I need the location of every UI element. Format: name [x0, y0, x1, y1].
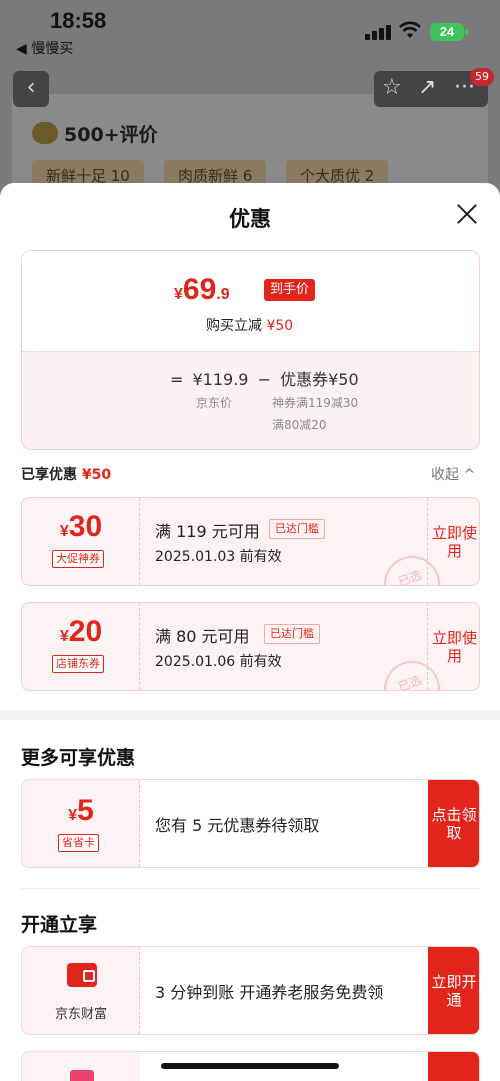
- claim-button[interactable]: 点击领取: [428, 780, 479, 867]
- use-now-button[interactable]: 立即使用: [427, 603, 479, 690]
- coupon-expiry: 2025.01.06 前有效: [155, 654, 282, 670]
- brand-label: 京东财富: [54, 1007, 107, 1022]
- message-badge: 59: [470, 68, 494, 86]
- card-icon: [70, 1070, 94, 1081]
- price-summary: ¥69.9 到手价 购买立减 ¥50 = ¥119.9 − 优惠券¥50 京东价…: [21, 250, 480, 450]
- sheet-title: 优惠: [229, 207, 271, 231]
- smiley-icon: [32, 122, 58, 144]
- section-divider: [0, 710, 500, 720]
- use-now-button[interactable]: 立即使用: [427, 498, 479, 585]
- coupon-condition: 满 119 元可用: [155, 522, 260, 541]
- offer-type-tag: 省省卡: [58, 834, 99, 852]
- battery-icon: 24: [430, 23, 468, 41]
- partial-action-button[interactable]: [428, 1052, 479, 1081]
- coupon-detail: 满80减20: [272, 418, 327, 432]
- wallet-icon: [67, 963, 97, 987]
- coupon-type-tag: 大促神券: [52, 550, 104, 568]
- offer-message: 3 分钟到账 开通养老服务免费领: [155, 983, 384, 1002]
- offer-message: 您有 5 元优惠券待领取: [155, 816, 320, 835]
- review-card: 500+评价 新鲜十足 10 肉质新鲜 6 个大质优 2: [12, 94, 488, 194]
- back-icon[interactable]: ‹: [13, 71, 49, 107]
- coupon-expiry: 2025.01.03 前有效: [155, 549, 282, 565]
- star-icon[interactable]: ☆: [382, 75, 402, 100]
- status-time: 18:58: [50, 8, 107, 33]
- final-price: ¥69.9: [174, 273, 230, 306]
- discount-sheet: 优惠 ¥69.9 到手价 购买立减 ¥50 = ¥119.9 − 优惠券¥50 …: [0, 183, 500, 1081]
- threshold-reached-badge: 已达门槛: [269, 519, 325, 539]
- collapse-button[interactable]: 收起 ^: [431, 464, 475, 484]
- open-now-button[interactable]: 立即开通: [428, 947, 479, 1034]
- status-bar: 18:58 ◀ 慢慢买 24: [0, 0, 500, 62]
- close-icon[interactable]: [456, 203, 478, 225]
- threshold-reached-badge: 已达门槛: [264, 624, 320, 644]
- more-offers-title: 更多可享优惠: [21, 747, 136, 769]
- coupon-amount: ¥30: [59, 510, 103, 543]
- coupon-condition: 满 80 元可用: [155, 627, 250, 646]
- final-price-tag: 到手价: [264, 279, 316, 301]
- back-to-app-link[interactable]: ◀ 慢慢买: [16, 38, 73, 58]
- enjoyed-discount: 已享优惠 ¥50: [21, 467, 112, 483]
- open-offer-card[interactable]: 京东财富 3 分钟到账 开通养老服务免费领 立即开通: [21, 946, 480, 1035]
- buy-reduce-text: 购买立减 ¥50: [206, 318, 294, 334]
- home-indicator: [161, 1063, 339, 1069]
- more-offer-card[interactable]: ¥5 省省卡 您有 5 元优惠券待领取 点击领取: [21, 779, 480, 868]
- open-enjoy-title: 开通立享: [21, 914, 98, 936]
- background-page: 500+评价 新鲜十足 10 肉质新鲜 6 个大质优 2 ‹ ☆ ↗ ··· 5…: [0, 62, 500, 194]
- coupon-amount: ¥20: [59, 615, 103, 648]
- price-formula: = ¥119.9 − 优惠券¥50: [170, 370, 359, 389]
- offer-amount: ¥5: [68, 794, 94, 827]
- jd-price-label: 京东价: [196, 396, 233, 410]
- coupon-detail: 神券满119减30: [272, 396, 359, 410]
- share-icon[interactable]: ↗: [418, 75, 436, 100]
- coupon-card[interactable]: ¥20 店铺东券 满 80 元可用 已达门槛 2025.01.06 前有效 已选…: [21, 602, 480, 691]
- coupon-type-tag: 店铺东券: [52, 655, 104, 673]
- coupon-card[interactable]: ¥30 大促神券 满 119 元可用 已达门槛 2025.01.03 前有效 已…: [21, 497, 480, 586]
- wifi-icon: [399, 21, 421, 38]
- divider-line: [21, 888, 480, 889]
- cellular-signal-icon: [365, 24, 391, 40]
- review-title: 500+评价: [32, 120, 158, 147]
